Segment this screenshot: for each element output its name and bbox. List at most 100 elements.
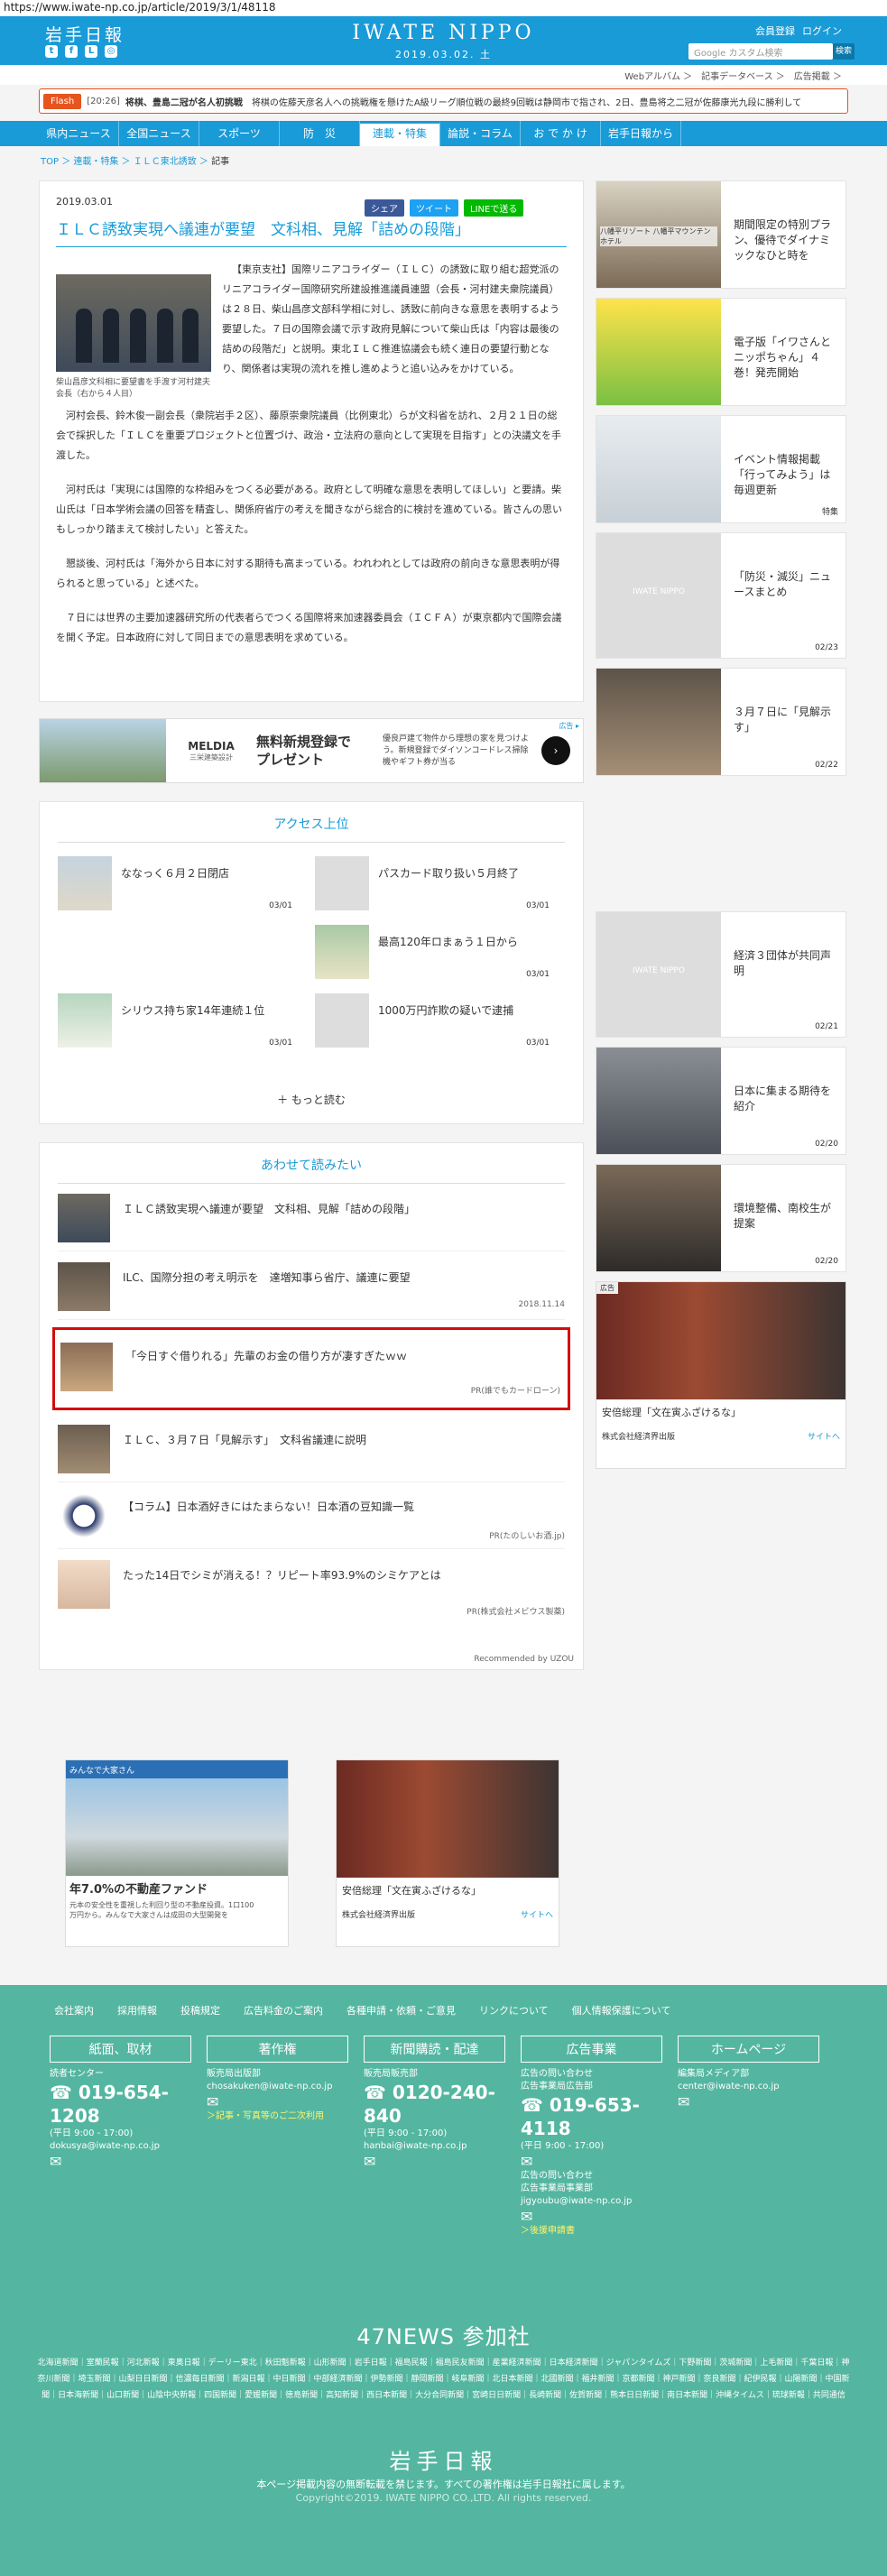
login-link[interactable]: ログイン bbox=[802, 23, 842, 38]
mail-icon[interactable]: ✉ bbox=[521, 2208, 662, 2225]
contact-tel[interactable]: ☎ 0120-240-840 bbox=[364, 2081, 505, 2128]
contact-tel[interactable]: ☎ 019-653-4118 bbox=[521, 2093, 662, 2140]
ranking-item[interactable]: パスカード取り扱い５月終了 03/01 bbox=[315, 856, 550, 919]
nav-column[interactable]: 論説・コラム bbox=[440, 121, 521, 146]
sidebar-item[interactable]: IWATE NIPPO 経済３団体が共同声明 02/21 bbox=[596, 911, 846, 1038]
nav-from-nippo[interactable]: 岩手日報から bbox=[601, 121, 681, 146]
search-button[interactable]: 検索 bbox=[833, 43, 855, 60]
contact-mail[interactable]: hanbai@iwate-np.co.jp bbox=[364, 2140, 505, 2153]
sidebar-item[interactable]: IWATE NIPPO 「防災・減災」ニュースまとめ 02/23 bbox=[596, 532, 846, 659]
banner-ad[interactable]: MELDIA 三栄建築設計 無料新規登録で プレゼント 優良戸建て物件から理想の家… bbox=[39, 718, 584, 783]
contact-dept: 販売局販売部 bbox=[364, 2069, 418, 2079]
uzou-credit[interactable]: Recommended by UZOU bbox=[474, 1655, 574, 1664]
crumb-series[interactable]: 連載・特集 bbox=[73, 157, 118, 167]
related-item[interactable]: ILC、国際分担の考え明示を 達増知事ら省庁、議連に要望 2018.11.14 bbox=[58, 1257, 565, 1320]
nav-national[interactable]: 全国ニュース bbox=[119, 121, 199, 146]
ad-label: みんなで大家さん bbox=[66, 1760, 288, 1778]
contact-dept: 編集局メディア部 bbox=[678, 2069, 750, 2079]
footer-link[interactable]: 広告料金のご案内 bbox=[244, 2003, 323, 2017]
mail-icon[interactable]: ✉ bbox=[521, 2153, 662, 2170]
footer-link[interactable]: リンクについて bbox=[479, 2003, 549, 2017]
flash-title[interactable]: 将棋、豊島二冠が名人初挑戦 bbox=[125, 95, 243, 108]
tweet-button[interactable]: ツイート bbox=[410, 199, 458, 217]
article-photo bbox=[56, 274, 211, 372]
contact-tel[interactable]: ☎ 019-654-1208 bbox=[50, 2081, 191, 2128]
footer-notice: 本ページ掲載内容の無断転載を禁じます。すべての著作権は岩手日報社に属します。 bbox=[256, 2479, 631, 2490]
ranking-item[interactable]: シリウス持ち家14年連続１位 03/01 bbox=[58, 993, 292, 1057]
sidebar-item[interactable]: 環境整備、南校生が提案 02/20 bbox=[596, 1164, 846, 1272]
sidebar-item[interactable]: イベント情報掲載「行ってみよう」は毎週更新 特集 bbox=[596, 415, 846, 523]
contact-mail[interactable]: jigyoubu@iwate-np.co.jp bbox=[521, 2195, 662, 2208]
contact-mail[interactable]: center@iwate-np.co.jp bbox=[678, 2081, 819, 2093]
contact-extra-link[interactable]: ＞後援申請書 bbox=[521, 2225, 662, 2238]
sidebar-ad[interactable]: 広告 安倍総理「文在寅ふざけるな」 株式会社経済界出版 サイトへ bbox=[596, 1281, 846, 1469]
sidebar-item[interactable]: ３月７日に「見解示す」 02/22 bbox=[596, 668, 846, 776]
related-meta: PR(誰でもカードローン) bbox=[470, 1387, 560, 1396]
ad-label: 広告 bbox=[596, 1282, 618, 1294]
ad-text: 優良戸建て物件から理想の家を見つけよう。新規登録でダイソンコードレス掃除機やギフ… bbox=[383, 734, 530, 767]
mail-icon[interactable]: ✉ bbox=[50, 2153, 191, 2170]
ad-caption: 安倍総理「文在寅ふざけるな」 bbox=[602, 1407, 741, 1418]
register-link[interactable]: 会員登録 bbox=[755, 23, 795, 38]
read-more-button[interactable]: ＋ もっと読む bbox=[40, 1092, 583, 1107]
line-share-button[interactable]: LINEで送る bbox=[464, 199, 524, 217]
footer-link[interactable]: 採用情報 bbox=[117, 2003, 157, 2017]
ranking-item[interactable]: ななっく６月２日閉店 03/01 bbox=[58, 856, 292, 919]
mail-icon[interactable]: ✉ bbox=[678, 2093, 819, 2110]
sidebar-title: 「防災・減災」ニュースまとめ bbox=[734, 570, 832, 598]
ad-image bbox=[66, 1778, 288, 1876]
mail-icon[interactable]: ✉ bbox=[207, 2093, 348, 2110]
ad-badge[interactable]: 広告 ▸ bbox=[559, 721, 579, 731]
nav-disaster[interactable]: 防 災 bbox=[280, 121, 360, 146]
ranking-item[interactable]: 最高120年ロまぁう１日から 03/01 bbox=[315, 925, 550, 988]
sponsored-item[interactable]: 「今日すぐ借りれる」先輩のお金の借り方が凄すぎたｗｗ PR(誰でもカードローン) bbox=[52, 1327, 570, 1410]
footer-link[interactable]: 投稿規定 bbox=[180, 2003, 220, 2017]
crumb-top[interactable]: TOP bbox=[41, 157, 59, 167]
47news-title: 47NEWS 参加社 bbox=[356, 2324, 531, 2350]
sidebar-thumb: IWATE NIPPO bbox=[596, 912, 721, 1037]
ad-image bbox=[337, 1760, 559, 1878]
footer-link[interactable]: 各種申請・依頼・ご意見 bbox=[346, 2003, 456, 2017]
nav-series[interactable]: 連載・特集 bbox=[360, 121, 440, 146]
contact-hours: (平日 9:00 - 17:00) bbox=[364, 2128, 448, 2138]
sidebar-item[interactable]: 期間限定の特別プラン、優待でダイナミックなひと時を 八幡平リゾート 八幡平マウン… bbox=[596, 180, 846, 289]
facebook-share-button[interactable]: シェア bbox=[365, 199, 404, 217]
related-item[interactable]: ＩＬＣ誘致実現へ議連が要望 文科相、見解「詰めの段階」 bbox=[58, 1188, 565, 1251]
footer-logo[interactable]: 岩手日報 bbox=[0, 2443, 887, 2475]
masthead: IWATE NIPPO bbox=[352, 22, 535, 44]
footer-link[interactable]: 個人情報保護について bbox=[572, 2003, 671, 2017]
contact-mail[interactable]: dokusya@iwate-np.co.jp bbox=[50, 2140, 191, 2153]
related-item[interactable]: 【コラム】日本酒好きにはたまらない！日本酒の豆知識一覧 PR(たのしいお酒.jp… bbox=[58, 1486, 565, 1549]
sidebar-item[interactable]: 電子版「イワさんとニッポちゃん」４巻！発売開始 bbox=[596, 298, 846, 406]
footer-link[interactable]: 会社案内 bbox=[54, 2003, 94, 2017]
related-item[interactable]: ＩＬＣ、３月７日「見解示す」 文科省議連に説明 bbox=[58, 1419, 565, 1482]
contact-extra-link[interactable]: ＞記事・写真等のご二次利用 bbox=[207, 2110, 348, 2123]
sidebar-thumb bbox=[596, 1048, 721, 1154]
sub-links[interactable]: Webアルバム ＞ 記事データベース ＞ 広告掲載 ＞ bbox=[0, 65, 887, 85]
flash-text: 将棋の佐藤天彦名人への挑戦権を懸けたA級リーグ順位戦の最終9回戦は静岡市で指され… bbox=[251, 97, 802, 108]
nav-sports[interactable]: スポーツ bbox=[199, 121, 280, 146]
related-thumb bbox=[58, 1491, 110, 1540]
ranking-item[interactable]: 1000万円詐欺の疑いで逮捕 03/01 bbox=[315, 993, 550, 1057]
chevron-right-icon[interactable]: › bbox=[541, 736, 570, 765]
sidebar-title: 経済３団体が共同声明 bbox=[734, 949, 832, 977]
fund-ad[interactable]: みんなで大家さん 年7.0%の不動産ファンド 元本の安全性を重視した利回り型の不… bbox=[65, 1759, 289, 1947]
flash-news[interactable]: Flash [20:26] 将棋、豊島二冠が名人初挑戦 将棋の佐藤天彦名人への挑… bbox=[39, 88, 848, 114]
search-input[interactable]: Google カスタム検索 bbox=[688, 43, 833, 60]
contact-mail[interactable]: chosakuken@iwate-np.co.jp bbox=[207, 2081, 348, 2093]
article: 2019.03.01 シェア ツイート LINEで送る ＩＬＣ誘致実現へ議連が要… bbox=[39, 180, 584, 702]
member-papers[interactable]: 北海道新聞｜室蘭民報｜河北新報｜東奥日報｜デーリー東北｜秋田魁新報｜山形新聞｜岩… bbox=[36, 2355, 851, 2404]
related-item[interactable]: たった14日でシミが消える！？リピート率93.9%のシミケアとは PR(株式会社… bbox=[58, 1555, 565, 1618]
ad-link[interactable]: サイトへ bbox=[521, 1908, 553, 1920]
contact-dept: 広告事業局事業部 bbox=[521, 2184, 593, 2193]
nav-prefecture[interactable]: 県内ニュース bbox=[39, 121, 119, 146]
address-bar[interactable]: https://www.iwate-np.co.jp/article/2019/… bbox=[0, 0, 887, 16]
publisher-ad[interactable]: 安倍総理「文在寅ふざけるな」 株式会社経済界出版 サイトへ bbox=[336, 1759, 559, 1947]
plus-icon: ＋ bbox=[277, 1094, 289, 1106]
ad-link[interactable]: サイトへ bbox=[808, 1430, 840, 1442]
nav-outing[interactable]: お で か け bbox=[521, 121, 601, 146]
sidebar-item[interactable]: 日本に集まる期待を紹介 02/20 bbox=[596, 1047, 846, 1155]
thumb-label: 八幡平リゾート 八幡平マウンテンホテル bbox=[600, 226, 717, 246]
mail-icon[interactable]: ✉ bbox=[364, 2153, 505, 2170]
crumb-ilc[interactable]: ＩＬＣ東北誘致 bbox=[134, 157, 197, 167]
